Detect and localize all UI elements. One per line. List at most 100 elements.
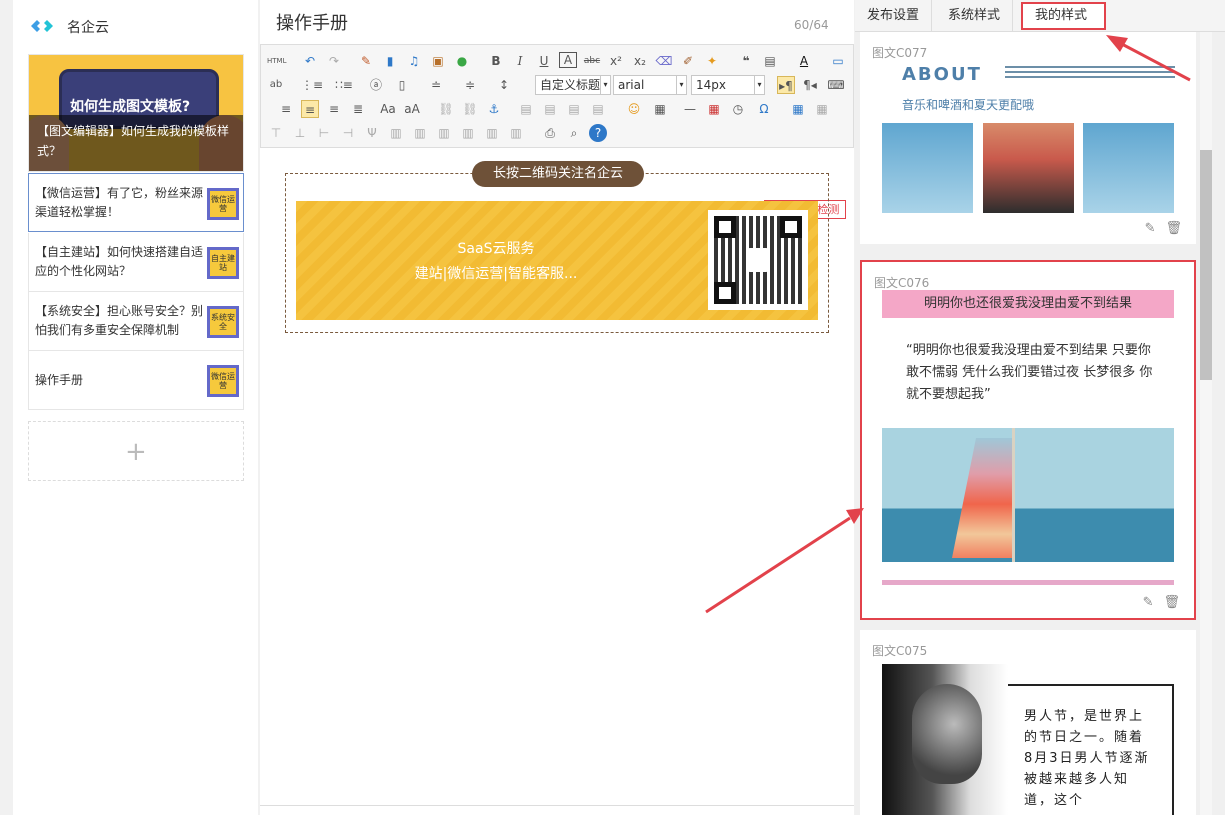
- article-item-5[interactable]: 操作手册 微信运营: [28, 351, 244, 410]
- emoji-icon[interactable]: ☺: [625, 100, 643, 118]
- insert-table-icon[interactable]: ▦: [789, 100, 807, 118]
- trash-icon[interactable]: 🗑: [1163, 595, 1180, 610]
- merge-right-icon[interactable]: ▥: [411, 124, 429, 142]
- style-card-c075[interactable]: 图文C075 男人节，是世界上的节日之一。随着8月3日男人节逐渐被越来越多人知道…: [860, 630, 1196, 815]
- editor-toolbar: HTML ↶ ↷ ✎ ▮ ♫ ▣ ● B I U A abc x² x₂ ⌫ ✐…: [260, 44, 854, 219]
- split-cols-icon[interactable]: ▥: [507, 124, 525, 142]
- table-props-icon[interactable]: ▦: [813, 100, 831, 118]
- print-icon[interactable]: ⎙: [541, 124, 559, 142]
- ordered-list-icon[interactable]: ⋮≡: [301, 76, 323, 94]
- edit-icon[interactable]: ✎: [357, 52, 375, 70]
- redo-icon[interactable]: ↷: [325, 52, 343, 70]
- italic-icon[interactable]: I: [511, 52, 529, 70]
- split-cells-icon[interactable]: ▥: [459, 124, 477, 142]
- preview-icon[interactable]: ▭: [829, 52, 847, 70]
- scrollbar-thumb[interactable]: [1200, 150, 1212, 380]
- document-title[interactable]: 操作手册: [276, 9, 348, 35]
- brand-logo-icon: [31, 20, 53, 32]
- edit-icon[interactable]: ✎: [1145, 221, 1156, 236]
- special-char-icon[interactable]: Ω: [755, 100, 773, 118]
- image-none-icon[interactable]: ▤: [541, 100, 559, 118]
- html-source-icon[interactable]: HTML: [267, 52, 286, 70]
- image-right-icon[interactable]: ▤: [565, 100, 583, 118]
- tab-my-styles[interactable]: 我的样式: [1021, 2, 1106, 30]
- paragraph-spacing-bottom-icon[interactable]: ≑: [461, 76, 479, 94]
- help-icon[interactable]: ?: [589, 124, 607, 142]
- font-color-icon[interactable]: A: [795, 52, 813, 70]
- font-family-value: arial: [618, 78, 645, 92]
- paste-text-icon[interactable]: ▤: [761, 52, 779, 70]
- strikethrough-icon[interactable]: abc: [583, 52, 601, 70]
- line-height-icon[interactable]: ↕: [495, 76, 513, 94]
- anchor-icon[interactable]: ⚓: [485, 100, 503, 118]
- time-icon[interactable]: ◷: [729, 100, 747, 118]
- font-size-select[interactable]: 14px ▾: [691, 75, 765, 95]
- split-rows-icon[interactable]: ▥: [483, 124, 501, 142]
- magic-icon[interactable]: ✦: [703, 52, 721, 70]
- font-family-select[interactable]: arial ▾: [613, 75, 687, 95]
- insert-row-after-icon[interactable]: ⊥: [291, 124, 309, 142]
- unordered-list-icon[interactable]: ∷≡: [335, 76, 353, 94]
- article-item-4[interactable]: 【系统安全】担心账号安全？别怕我们有多重安全保障机制 系统安全: [28, 292, 244, 351]
- link-text-icon[interactable]: ⓐ: [367, 76, 385, 94]
- music-icon[interactable]: ♫: [405, 52, 423, 70]
- wechat-icon[interactable]: ●: [453, 52, 471, 70]
- article-item-2[interactable]: 【微信运营】有了它，粉丝来源渠道轻松掌握！ 微信运营: [28, 173, 244, 232]
- pink-title-bar: 明明你也还很爱我没理由爱不到结果: [882, 290, 1174, 318]
- page-icon[interactable]: ▯: [393, 76, 411, 94]
- align-right-icon[interactable]: ≡: [325, 100, 343, 118]
- align-left-icon[interactable]: ≡: [277, 100, 295, 118]
- paragraph-format-select[interactable]: 自定义标题 ▾: [535, 75, 611, 95]
- border-text-icon[interactable]: A: [559, 52, 577, 68]
- undo-icon[interactable]: ↶: [301, 52, 319, 70]
- trash-icon[interactable]: 🗑: [1165, 221, 1182, 236]
- lowercase-icon[interactable]: aA: [403, 100, 421, 118]
- superscript-icon[interactable]: x²: [607, 52, 625, 70]
- highlight-color-icon[interactable]: ab: [267, 76, 285, 94]
- style-card-c077[interactable]: 图文C077 ABOUT 音乐和啤酒和夏天更配哦 ✎ 🗑: [860, 32, 1196, 244]
- insert-col-icon[interactable]: ⊣: [339, 124, 357, 142]
- align-center-icon[interactable]: ≡: [301, 100, 319, 118]
- eraser-icon[interactable]: ⌫: [655, 52, 673, 70]
- ltr-icon[interactable]: ▸¶: [777, 76, 795, 94]
- image-left-icon[interactable]: ▤: [517, 100, 535, 118]
- editor-content-block[interactable]: 长按二维码关注名企云 SaaS云服务 建站|微信运营|智能客服...: [285, 161, 829, 333]
- date-icon[interactable]: ▦: [705, 100, 723, 118]
- add-article-button[interactable]: +: [28, 421, 244, 481]
- horizontal-rule-icon[interactable]: —: [681, 100, 699, 118]
- delete-col-icon[interactable]: Ψ: [363, 124, 381, 142]
- card-body-text: 男人节，是世界上的节日之一。随着8月3日男人节逐渐被越来越多人知道，这个: [1024, 709, 1150, 808]
- edit-icon[interactable]: ✎: [1143, 595, 1154, 610]
- unlink-icon[interactable]: ⛓: [461, 100, 479, 118]
- rtl-icon[interactable]: ¶◂: [801, 76, 819, 94]
- keyboard-icon[interactable]: ⌨: [827, 76, 845, 94]
- tab-system-styles[interactable]: 系统样式: [936, 0, 1014, 32]
- uppercase-icon[interactable]: Aa: [379, 100, 397, 118]
- link-icon[interactable]: ⛓: [437, 100, 455, 118]
- paragraph-spacing-top-icon[interactable]: ≐: [427, 76, 445, 94]
- subscript-icon[interactable]: x₂: [631, 52, 649, 70]
- video-embed-icon[interactable]: ▦: [651, 100, 669, 118]
- qr-finder: [780, 216, 802, 238]
- bold-icon[interactable]: B: [487, 52, 505, 70]
- format-brush-icon[interactable]: ✐: [679, 52, 697, 70]
- insert-row-before-icon[interactable]: ⊤: [267, 124, 285, 142]
- article-thumb-4: 系统安全: [207, 306, 239, 338]
- style-card-c076[interactable]: 图文C076 明明你也还很爱我没理由爱不到结果 “明明你也很爱我没理由爱不到结果…: [860, 260, 1196, 620]
- image-center-icon[interactable]: ▤: [589, 100, 607, 118]
- chevron-down-icon: ▾: [676, 76, 686, 94]
- blockquote-icon[interactable]: ❝: [737, 52, 755, 70]
- video-icon[interactable]: ▮: [381, 52, 399, 70]
- follow-pill: 长按二维码关注名企云: [472, 161, 644, 187]
- underline-icon[interactable]: U: [535, 52, 553, 70]
- image-icon[interactable]: ▣: [429, 52, 447, 70]
- align-justify-icon[interactable]: ≣: [349, 100, 367, 118]
- merge-cells-icon[interactable]: ▥: [387, 124, 405, 142]
- search-replace-icon[interactable]: ⌕: [565, 124, 583, 142]
- merge-down-icon[interactable]: ▥: [435, 124, 453, 142]
- tab-publish-settings[interactable]: 发布设置: [855, 0, 933, 32]
- photo-sailboat: [882, 428, 1174, 562]
- delete-row-icon[interactable]: ⊢: [315, 124, 333, 142]
- article-item-3[interactable]: 【自主建站】如何快速搭建自适应的个性化网站？ 自主建站: [28, 233, 244, 292]
- article-cover-1[interactable]: 如何生成图文模板? 【图文编辑器】如何生成我的模板样式？: [28, 54, 244, 172]
